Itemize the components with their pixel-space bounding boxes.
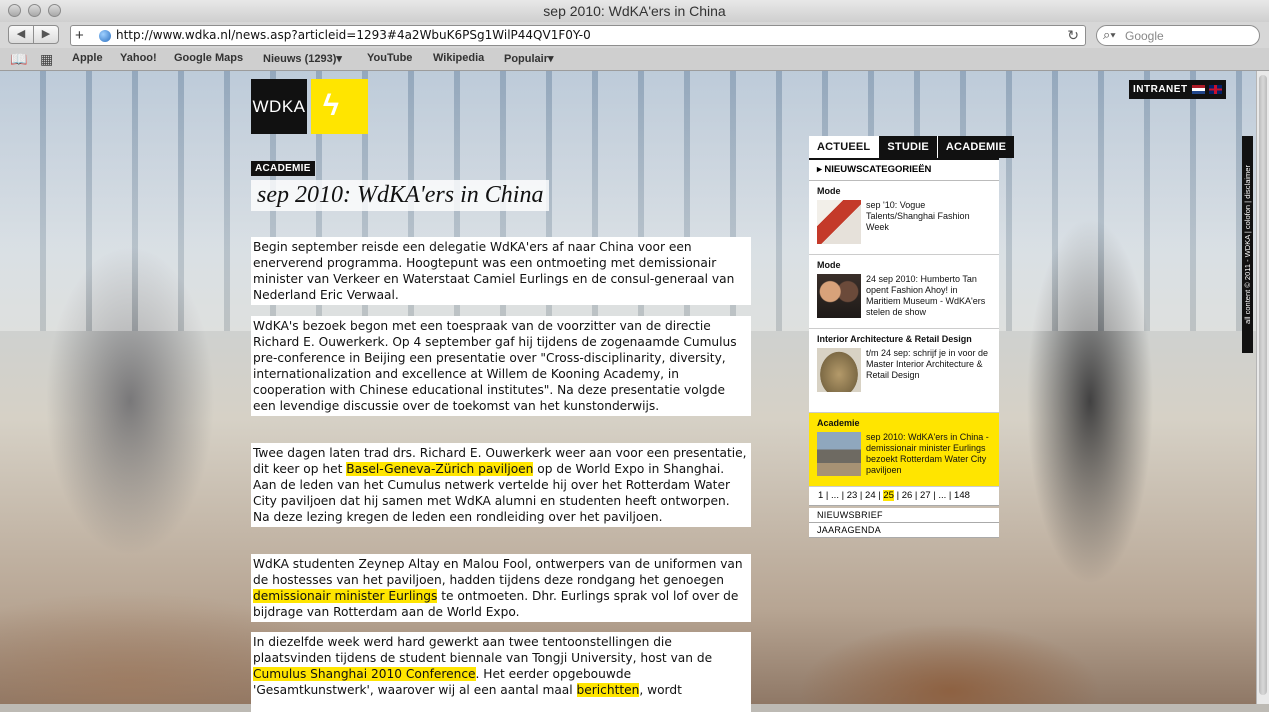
bookmark-yahoo[interactable]: Yahoo! bbox=[120, 52, 157, 64]
browser-toolbar: ◀ ▶ + http://www.wdka.nl/news.asp?articl… bbox=[0, 22, 1269, 48]
bookmark-nieuws[interactable]: Nieuws (1293)▾ bbox=[263, 52, 342, 65]
reading-list-icon[interactable]: 📖 bbox=[10, 51, 27, 68]
article-paragraph-1: Begin september reisde een delegatie WdK… bbox=[251, 237, 751, 305]
news-category: Mode bbox=[817, 260, 841, 270]
news-category: Interior Architecture & Retail Design bbox=[817, 334, 972, 344]
window-titlebar: sep 2010: WdKA'ers in China bbox=[0, 0, 1269, 23]
forward-arrow-icon: ▶ bbox=[41, 28, 51, 40]
section-badge[interactable]: ACADEMIE bbox=[251, 161, 315, 176]
bookmark-youtube[interactable]: YouTube bbox=[367, 52, 412, 64]
news-item[interactable]: Mode 24 sep 2010: Humberto Tan opent Fas… bbox=[809, 255, 999, 329]
add-bookmark-icon[interactable]: + bbox=[75, 27, 84, 44]
tab-actueel[interactable]: ACTUEEL bbox=[809, 136, 880, 158]
newsletter-link[interactable]: NIEUWSBRIEF bbox=[809, 508, 999, 523]
bookmarks-bar: 📖 ▦ Apple Yahoo! Google Maps Nieuws (129… bbox=[0, 48, 1269, 71]
sidebar-tabs: ACTUEEL STUDIE ACADEMIE bbox=[809, 136, 1015, 158]
article-paragraph-2: WdKA's bezoek begon met een toespraak va… bbox=[251, 316, 751, 416]
news-title[interactable]: 24 sep 2010: Humberto Tan opent Fashion … bbox=[866, 274, 991, 318]
news-title[interactable]: t/m 24 sep: schrijf je in voor de Master… bbox=[866, 348, 991, 392]
wdka-logo[interactable]: WDKA bbox=[251, 79, 307, 134]
copyright-colofon-disclaimer[interactable]: all content © 2011 - WDKA | colofon | di… bbox=[1242, 136, 1253, 353]
bookmark-google-maps[interactable]: Google Maps bbox=[174, 52, 243, 64]
bookmark-populair[interactable]: Populair▾ bbox=[504, 52, 554, 65]
tab-academie[interactable]: ACADEMIE bbox=[937, 136, 1015, 158]
news-category: Mode bbox=[817, 186, 841, 196]
globe-icon bbox=[99, 30, 111, 42]
news-item-active[interactable]: Academie sep 2010: WdKA'ers in China - d… bbox=[809, 413, 999, 487]
news-title[interactable]: sep '10: Vogue Talents/Shanghai Fashion … bbox=[866, 200, 991, 244]
pager-page-25-current[interactable]: 25 bbox=[883, 490, 894, 501]
link-cumulus-conference[interactable]: Cumulus Shanghai 2010 Conference bbox=[253, 667, 476, 681]
scrollbar-thumb[interactable] bbox=[1259, 75, 1267, 695]
copyright-vertical-bar: all content © 2011 - WDKA | colofon | di… bbox=[1242, 136, 1253, 353]
pager-page-148[interactable]: 148 bbox=[954, 490, 970, 501]
search-field[interactable]: ⌕▾ Google bbox=[1096, 25, 1260, 46]
link-basel-paviljoen[interactable]: Basel-Geneva-Zürich paviljoen bbox=[346, 462, 534, 476]
news-category: Academie bbox=[817, 418, 860, 428]
vertical-scrollbar[interactable] bbox=[1256, 71, 1269, 704]
bookmark-wikipedia[interactable]: Wikipedia bbox=[433, 52, 484, 64]
back-button[interactable]: ◀ bbox=[8, 25, 34, 44]
pager-ellipsis: ... bbox=[831, 490, 839, 501]
reload-icon[interactable]: ↻ bbox=[1067, 27, 1079, 44]
news-sidebar: ACTUEEL STUDIE ACADEMIE ▸ NIEUWSCATEGORI… bbox=[809, 136, 1015, 538]
news-thumbnail[interactable] bbox=[817, 432, 861, 476]
bookmark-apple[interactable]: Apple bbox=[72, 52, 103, 64]
logo-mark-icon: ϟ bbox=[323, 89, 339, 122]
article-paragraph-5: In diezelfde week werd hard gewerkt aan … bbox=[251, 632, 751, 712]
news-thumbnail[interactable] bbox=[817, 200, 861, 244]
article-paragraph-4: WdKA studenten Zeynep Altay en Malou Foo… bbox=[251, 554, 751, 622]
window-title: sep 2010: WdKA'ers in China bbox=[543, 3, 726, 19]
news-categories-toggle[interactable]: ▸ NIEUWSCATEGORIEËN bbox=[809, 158, 999, 181]
year-agenda-link[interactable]: JAARAGENDA bbox=[809, 523, 999, 538]
link-berichtten[interactable]: berichtten bbox=[576, 683, 640, 697]
search-icon: ⌕▾ bbox=[1103, 27, 1116, 42]
article-title: sep 2010: WdKA'ers in China bbox=[251, 180, 550, 211]
pager-page-26[interactable]: 26 bbox=[902, 490, 913, 501]
paragraph-text: WdKA studenten Zeynep Altay en Malou Foo… bbox=[253, 557, 743, 587]
address-bar[interactable]: + http://www.wdka.nl/news.asp?articleid=… bbox=[70, 25, 1086, 46]
pager-ellipsis: ... bbox=[938, 490, 947, 501]
news-categories-label: NIEUWSCATEGORIEËN bbox=[824, 164, 932, 175]
pager-page-24[interactable]: 24 bbox=[865, 490, 876, 501]
paragraph-text: In diezelfde week werd hard gewerkt aan … bbox=[253, 635, 713, 665]
pager-page-27[interactable]: 27 bbox=[920, 490, 931, 501]
tab-studie[interactable]: STUDIE bbox=[879, 136, 938, 158]
url-text[interactable]: http://www.wdka.nl/news.asp?articleid=12… bbox=[116, 28, 591, 42]
search-placeholder: Google bbox=[1125, 29, 1164, 43]
news-item[interactable]: Interior Architecture & Retail Design t/… bbox=[809, 329, 999, 413]
pager-page-1[interactable]: 1 bbox=[818, 490, 823, 501]
dutch-flag-icon[interactable] bbox=[1191, 85, 1205, 94]
forward-button[interactable]: ▶ bbox=[33, 25, 59, 44]
news-thumbnail[interactable] bbox=[817, 274, 861, 318]
top-sites-grid-icon[interactable]: ▦ bbox=[40, 51, 53, 68]
intranet-bar: INTRANET bbox=[1129, 80, 1226, 99]
news-title[interactable]: sep 2010: WdKA'ers in China - demissiona… bbox=[866, 432, 991, 476]
link-minister-eurlings[interactable]: demissionair minister Eurlings bbox=[253, 589, 438, 603]
english-flag-icon[interactable] bbox=[1208, 85, 1222, 94]
wdka-yellow-logo[interactable]: ϟ bbox=[311, 79, 368, 134]
news-item[interactable]: Mode sep '10: Vogue Talents/Shanghai Fas… bbox=[809, 181, 999, 255]
article-paragraph-3: Twee dagen laten trad drs. Richard E. Ou… bbox=[251, 443, 751, 527]
news-thumbnail[interactable] bbox=[817, 348, 861, 392]
intranet-link[interactable]: INTRANET bbox=[1133, 84, 1188, 95]
news-pager: 1 | ... | 23 | 24 | 25 | 26 | 27 | ... |… bbox=[809, 487, 999, 506]
pager-page-23[interactable]: 23 bbox=[847, 490, 858, 501]
paragraph-text: , wordt bbox=[639, 683, 682, 697]
back-arrow-icon: ◀ bbox=[16, 28, 26, 40]
